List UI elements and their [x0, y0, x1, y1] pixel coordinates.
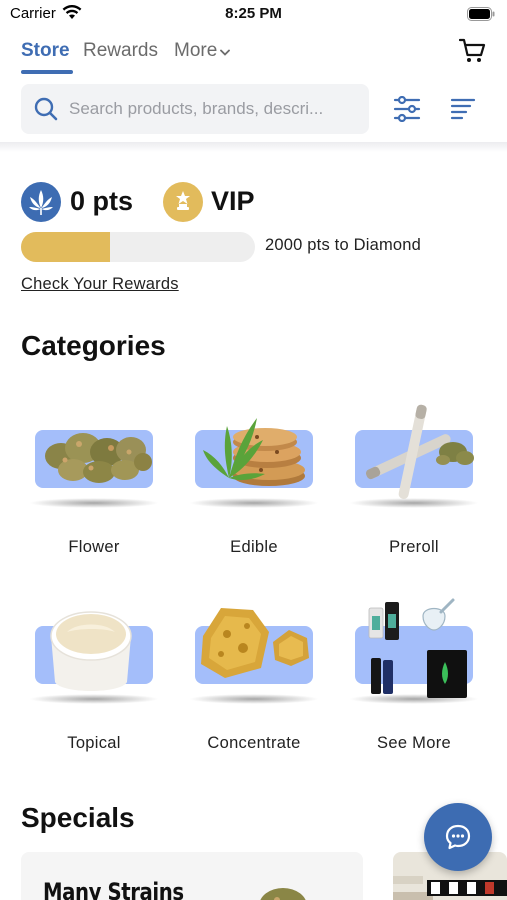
preroll-joints-image: [365, 404, 474, 500]
category-label: Topical: [67, 734, 121, 752]
category-label: Preroll: [389, 538, 439, 556]
clock: 8:25 PM: [225, 5, 282, 22]
special-flower-image: [260, 888, 306, 900]
category-topical[interactable]: Topical: [21, 586, 181, 766]
category-flower[interactable]: Flower: [21, 390, 181, 570]
tier-label: VIP: [211, 186, 255, 216]
check-rewards-link[interactable]: Check Your Rewards: [21, 275, 179, 294]
points-balance: 0 pts: [70, 186, 134, 216]
battery-icon: [467, 7, 495, 26]
topical-cream-jar-image: [50, 611, 132, 691]
rewards-summary: 0 pts VIP: [21, 182, 491, 224]
cart-icon[interactable]: [458, 38, 487, 69]
header-divider: [0, 142, 507, 152]
tier-progress-label: 2000 pts to Diamond: [265, 236, 422, 254]
special-card[interactable]: Many Strains: [21, 852, 363, 900]
top-nav: Store Rewards More: [0, 36, 507, 78]
chevron-down-icon: [220, 40, 231, 62]
filter-sliders-icon[interactable]: [393, 95, 421, 127]
category-edible[interactable]: Edible: [181, 390, 341, 570]
category-label: Concentrate: [207, 734, 301, 752]
category-label: See More: [377, 734, 451, 752]
category-label: Flower: [68, 538, 120, 556]
specials-heading: Specials: [21, 802, 135, 833]
sort-icon[interactable]: [450, 98, 476, 125]
vip-tier-icon: [163, 182, 203, 222]
active-tab-indicator: [21, 70, 73, 74]
flower-buds-image: [45, 433, 152, 483]
concentrate-wax-image: [201, 608, 309, 678]
status-bar: Carrier 8:25 PM: [0, 0, 507, 30]
category-preroll[interactable]: Preroll: [341, 390, 501, 570]
search-input[interactable]: [69, 84, 361, 134]
search-row: [0, 84, 507, 138]
search-box[interactable]: [21, 84, 369, 134]
edible-cookies-image: [203, 418, 305, 486]
cannabis-leaf-icon: [21, 182, 61, 222]
category-concentrate[interactable]: Concentrate: [181, 586, 341, 766]
accessories-collage-image: [368, 598, 467, 698]
chat-bubble-icon: [445, 824, 471, 850]
tier-progress-bar: [21, 232, 255, 262]
special-card-title: Many Strains: [43, 878, 184, 900]
categories-heading: Categories: [21, 330, 166, 361]
category-see-more[interactable]: See More: [341, 586, 501, 766]
tier-progress-fill: [21, 232, 110, 262]
search-icon: [34, 97, 58, 126]
category-label: Edible: [230, 538, 278, 556]
tab-store[interactable]: Store: [21, 40, 70, 62]
tab-more[interactable]: More: [174, 40, 231, 62]
tab-more-label: More: [174, 40, 218, 62]
tab-rewards[interactable]: Rewards: [83, 40, 158, 62]
chat-button[interactable]: [424, 803, 492, 871]
